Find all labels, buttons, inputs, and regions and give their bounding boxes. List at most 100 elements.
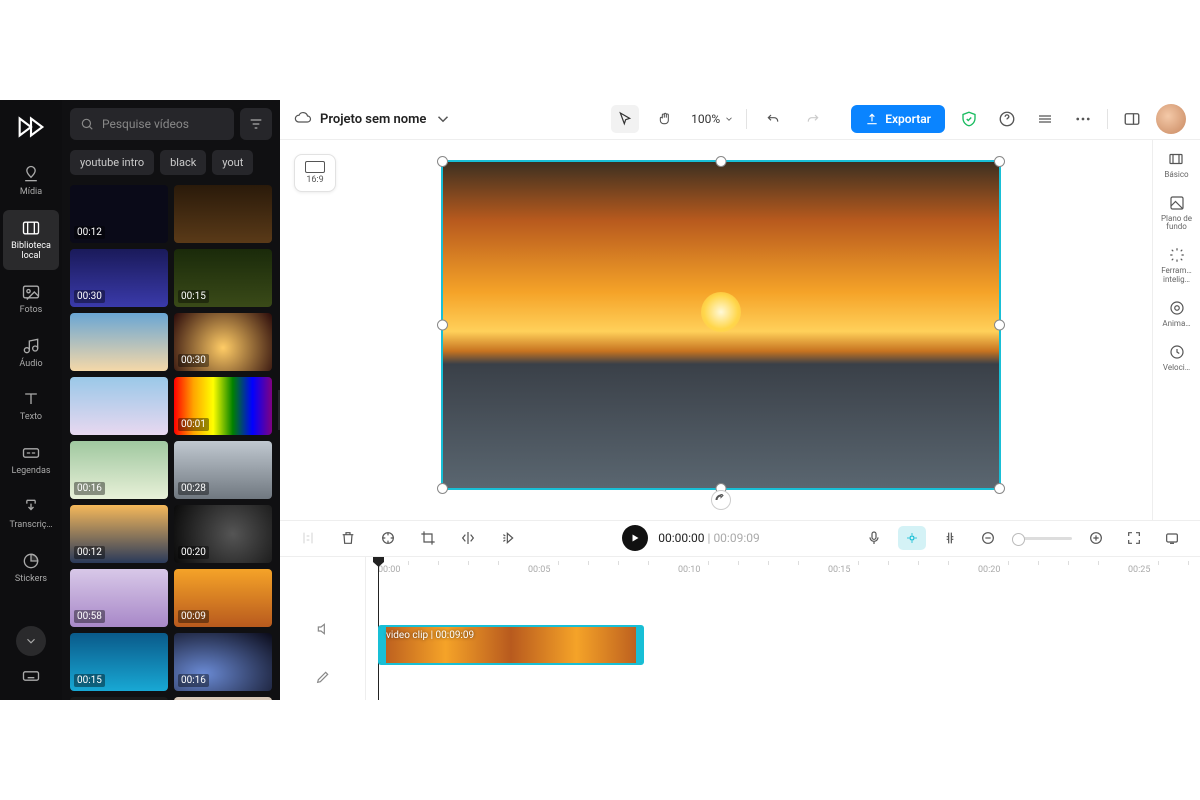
clip-label: video clip | 00:09:09 xyxy=(386,630,474,641)
thumbnail-duration: 00:16 xyxy=(74,482,105,495)
media-thumbnail[interactable] xyxy=(70,313,168,371)
user-avatar[interactable] xyxy=(1156,104,1186,134)
media-thumbnail[interactable]: 00:58 xyxy=(70,569,168,627)
inspector-smart-tools[interactable]: Ferram… intelig… xyxy=(1156,246,1197,285)
search-input[interactable]: Pesquise vídeos xyxy=(70,108,234,140)
inspector-speed[interactable]: Veloci… xyxy=(1163,343,1190,373)
layers-button[interactable] xyxy=(1031,105,1059,133)
magnet-button[interactable] xyxy=(936,524,964,552)
inspector-animation[interactable]: Anima… xyxy=(1162,299,1190,329)
clip-trim-right[interactable] xyxy=(636,627,642,663)
fullscreen-button[interactable] xyxy=(1158,524,1186,552)
resize-handle[interactable] xyxy=(994,483,1005,494)
resize-handle[interactable] xyxy=(437,483,448,494)
chip[interactable]: yout xyxy=(212,150,253,175)
delete-button[interactable] xyxy=(334,524,362,552)
media-thumbnail[interactable]: 00:12 xyxy=(70,185,168,243)
media-thumbnail[interactable]: 00:20 xyxy=(174,505,272,563)
speed-button[interactable] xyxy=(494,524,522,552)
rail-captions[interactable]: Legendas xyxy=(3,435,59,485)
inspector-label: Veloci… xyxy=(1163,364,1190,373)
panel-toggle-button[interactable] xyxy=(1118,105,1146,133)
inspector-label: Básico xyxy=(1164,171,1188,180)
rotate-handle[interactable] xyxy=(711,490,731,510)
shield-button[interactable] xyxy=(955,105,983,133)
help-button[interactable] xyxy=(993,105,1021,133)
rail-photos[interactable]: Fotos xyxy=(3,274,59,324)
fit-button[interactable] xyxy=(1120,524,1148,552)
track-mute-button[interactable] xyxy=(309,615,337,643)
timeline-clip[interactable]: video clip | 00:09:09 xyxy=(378,625,644,665)
crop-button[interactable] xyxy=(414,524,442,552)
rail-media[interactable]: Mídia xyxy=(3,156,59,206)
more-button[interactable] xyxy=(1069,105,1097,133)
ruler-tick: 00:20 xyxy=(978,565,1000,575)
media-thumbnail[interactable]: 00:01 xyxy=(174,377,272,435)
timeline-left-controls xyxy=(280,557,366,700)
resize-handle[interactable] xyxy=(994,319,1005,330)
inspector-label: Anima… xyxy=(1162,320,1190,329)
media-thumbnail[interactable]: 00:16 xyxy=(70,441,168,499)
ruler-tick: 00:15 xyxy=(828,565,850,575)
project-name[interactable]: Projeto sem nome xyxy=(294,110,452,128)
media-thumbnail[interactable]: 00:30 xyxy=(174,313,272,371)
media-thumbnail[interactable]: 00:15 xyxy=(70,633,168,691)
zoom-in-button[interactable] xyxy=(1082,524,1110,552)
timeline: 00:0000:0500:1000:1500:2000:25 video cli… xyxy=(280,556,1200,700)
rail-audio[interactable]: Áudio xyxy=(3,328,59,378)
redo-button[interactable] xyxy=(799,105,827,133)
timeline-tracks[interactable]: 00:0000:0500:1000:1500:2000:25 video cli… xyxy=(366,557,1200,700)
media-thumbnail[interactable] xyxy=(70,697,168,700)
mirror-button[interactable] xyxy=(454,524,482,552)
thumbnail-duration: 00:01 xyxy=(178,418,209,431)
resize-handle[interactable] xyxy=(437,319,448,330)
thumbnail-duration: 00:20 xyxy=(178,546,209,559)
undo-button[interactable] xyxy=(759,105,787,133)
media-thumbnail[interactable]: 00:16 xyxy=(174,633,272,691)
media-thumbnail[interactable] xyxy=(174,185,272,243)
thumbnail-duration: 00:16 xyxy=(178,674,209,687)
rail-transcribe[interactable]: Transcriç… xyxy=(3,489,59,539)
preview-canvas[interactable] xyxy=(441,160,1001,490)
ai-button[interactable] xyxy=(898,526,926,550)
media-thumbnail[interactable] xyxy=(70,377,168,435)
filter-button[interactable] xyxy=(240,108,272,140)
zoom-level[interactable]: 100% xyxy=(691,112,734,126)
mic-button[interactable] xyxy=(860,524,888,552)
rail-text[interactable]: Texto xyxy=(3,381,59,431)
split-button[interactable] xyxy=(374,524,402,552)
aspect-ratio-button[interactable]: 16:9 xyxy=(294,154,336,192)
media-thumbnail[interactable]: 00:09 xyxy=(174,569,272,627)
track-edit-button[interactable] xyxy=(309,663,337,691)
chip[interactable]: youtube intro xyxy=(70,150,154,175)
cloud-icon xyxy=(294,110,312,128)
divider xyxy=(1107,109,1108,129)
rail-stickers-label: Stickers xyxy=(15,575,47,585)
resize-handle[interactable] xyxy=(437,156,448,167)
app-logo[interactable] xyxy=(14,110,48,144)
rail-stickers[interactable]: Stickers xyxy=(3,543,59,593)
hand-tool[interactable] xyxy=(651,105,679,133)
media-thumbnail[interactable]: 00:15 xyxy=(174,249,272,307)
media-thumbnail[interactable]: 00:28 xyxy=(174,441,272,499)
zoom-slider[interactable] xyxy=(1012,537,1072,540)
filter-chips: youtube intro black yout xyxy=(70,150,272,175)
rail-more-button[interactable] xyxy=(16,626,46,656)
zoom-out-button[interactable] xyxy=(974,524,1002,552)
thumbnail-duration: 00:58 xyxy=(74,610,105,623)
export-button[interactable]: Exportar xyxy=(851,105,945,133)
resize-handle[interactable] xyxy=(994,156,1005,167)
rail-local-library[interactable]: Biblioteca local xyxy=(3,210,59,270)
inspector-basic[interactable]: Básico xyxy=(1164,150,1188,180)
inspector-background[interactable]: Plano de fundo xyxy=(1156,194,1197,233)
media-thumbnail[interactable]: 00:12 xyxy=(70,505,168,563)
timecode-total: 00:09:09 xyxy=(713,531,759,545)
resize-handle[interactable] xyxy=(716,156,727,167)
play-button[interactable] xyxy=(622,525,648,551)
keyboard-icon[interactable] xyxy=(21,666,41,690)
cursor-tool[interactable] xyxy=(611,105,639,133)
media-thumbnail[interactable]: 00:30 xyxy=(70,249,168,307)
timeline-ruler: 00:0000:0500:1000:1500:2000:25 xyxy=(366,557,1200,583)
media-thumbnail[interactable] xyxy=(174,697,272,700)
chip[interactable]: black xyxy=(160,150,206,175)
